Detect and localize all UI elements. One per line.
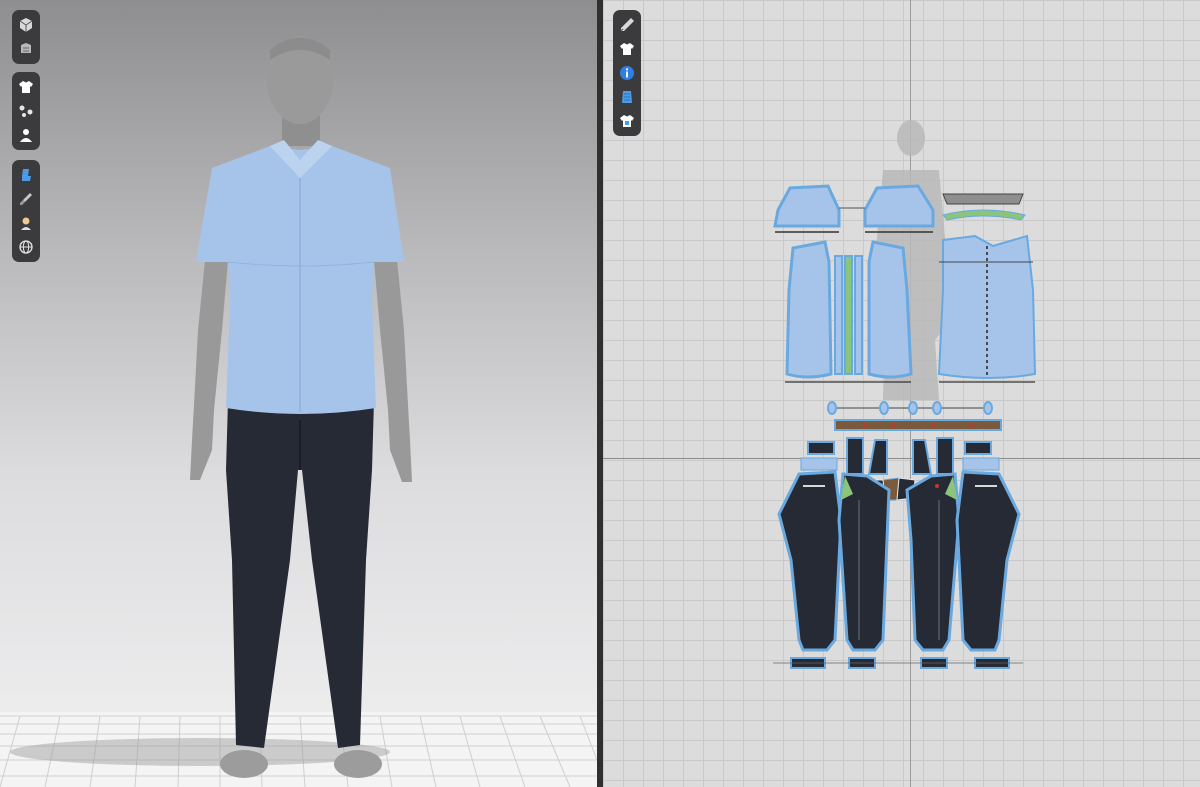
pattern-back-panel[interactable] bbox=[937, 234, 1037, 383]
points-icon[interactable] bbox=[15, 100, 37, 122]
pencil-icon[interactable] bbox=[616, 14, 638, 36]
pants-3d[interactable] bbox=[226, 400, 374, 748]
right-arm bbox=[374, 260, 412, 482]
cube-icon[interactable] bbox=[15, 14, 37, 36]
shirt-3d[interactable] bbox=[196, 140, 404, 414]
pattern-waistband[interactable] bbox=[834, 419, 1002, 431]
pattern-pants[interactable] bbox=[773, 437, 1023, 669]
toolbar-3d-top bbox=[12, 10, 40, 64]
left-foot bbox=[220, 750, 268, 778]
person-light-icon[interactable] bbox=[15, 212, 37, 234]
pattern-shirt-icon[interactable] bbox=[616, 110, 638, 132]
globe-icon[interactable] bbox=[15, 236, 37, 258]
info-icon[interactable] bbox=[616, 62, 638, 84]
chair-icon[interactable] bbox=[15, 164, 37, 186]
toolbar-2d bbox=[613, 10, 641, 136]
avatar-icon[interactable] bbox=[15, 124, 37, 146]
2d-pattern-viewport[interactable] bbox=[603, 0, 1200, 787]
toolbar-3d-middle bbox=[12, 72, 40, 150]
right-foot bbox=[334, 750, 382, 778]
brush-icon[interactable] bbox=[15, 188, 37, 210]
fabric-icon[interactable] bbox=[616, 86, 638, 108]
left-arm bbox=[190, 260, 228, 480]
pattern-yoke-left[interactable] bbox=[773, 184, 841, 233]
pattern-yoke-right[interactable] bbox=[863, 184, 935, 233]
app-window bbox=[0, 0, 1200, 787]
3d-viewport[interactable] bbox=[0, 0, 597, 787]
pattern-collar[interactable] bbox=[942, 193, 1026, 221]
pattern-buttons[interactable] bbox=[827, 401, 993, 415]
shirt-icon[interactable] bbox=[616, 38, 638, 60]
pattern-layout bbox=[773, 120, 1037, 669]
avatar-figure[interactable] bbox=[0, 0, 597, 787]
shirt-icon[interactable] bbox=[15, 76, 37, 98]
toolbar-3d-bottom bbox=[12, 160, 40, 262]
pattern-front-panels[interactable] bbox=[785, 240, 913, 383]
garment-stack-icon[interactable] bbox=[15, 38, 37, 60]
